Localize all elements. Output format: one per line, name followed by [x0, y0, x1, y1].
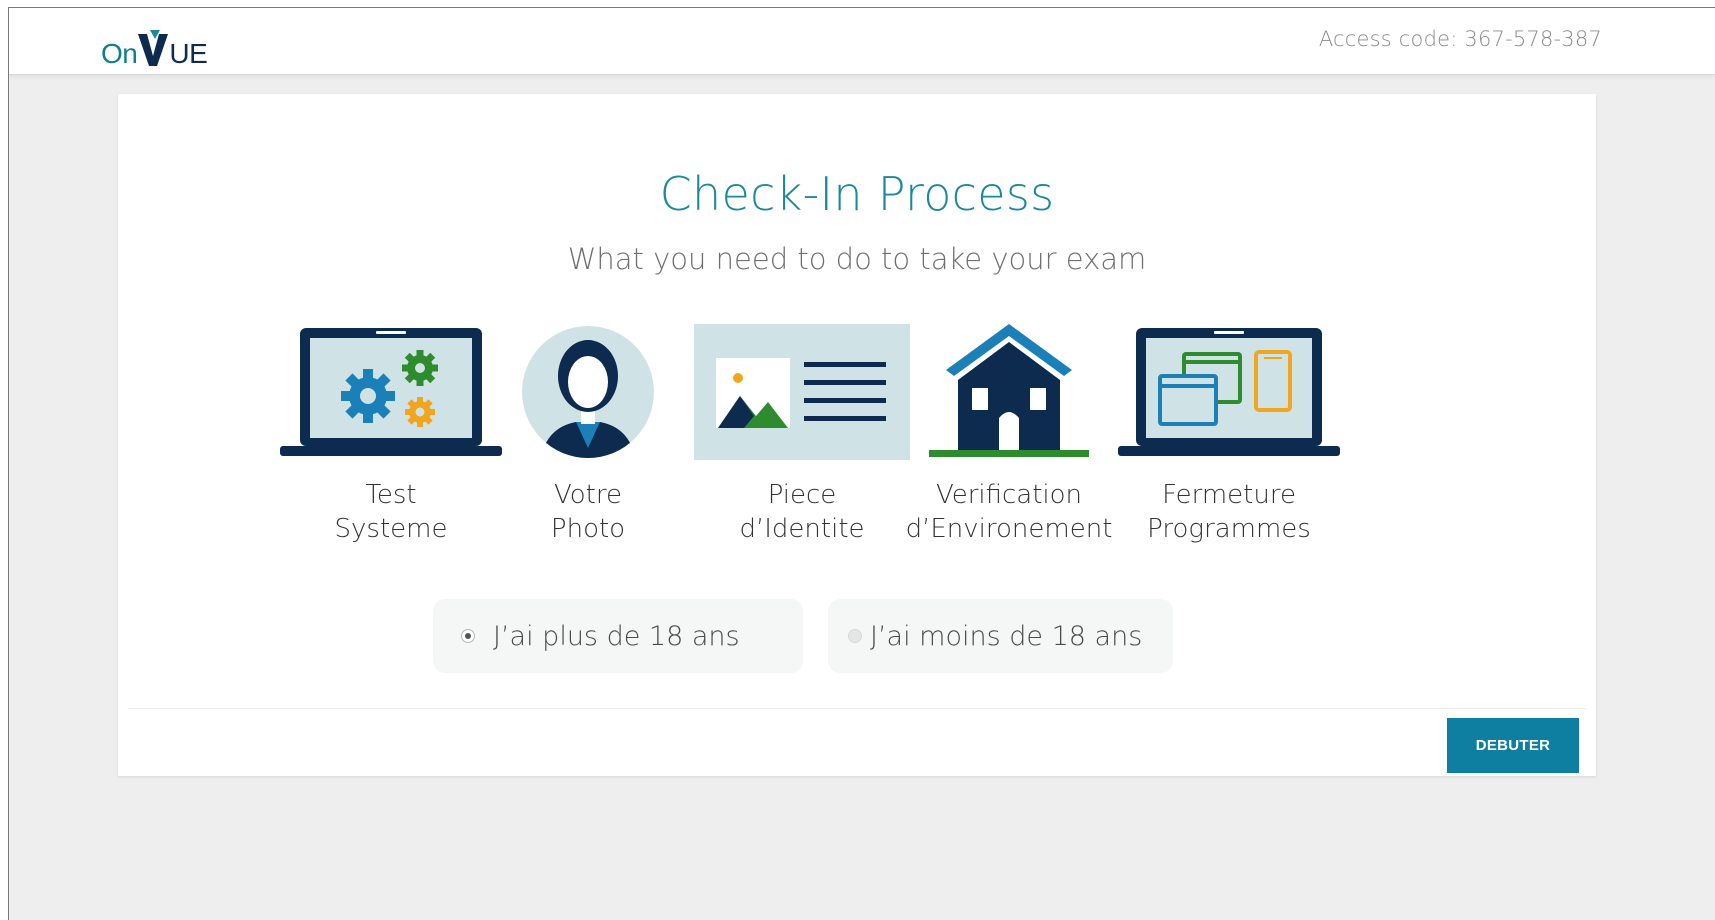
header: On UE Access code: 367-578-387	[9, 8, 1715, 75]
radio-under-18[interactable]: J’ai moins de 18 ans	[828, 599, 1173, 673]
footer-divider	[128, 708, 1586, 709]
step-test-systeme: Test Systeme	[280, 324, 502, 546]
radio-button-under-18[interactable]	[848, 629, 862, 643]
step-label: Fermeture Programmes	[1147, 480, 1311, 544]
step-votre-photo: Votre Photo	[518, 324, 658, 546]
page-title: Check-In Process	[659, 167, 1055, 221]
radio-button-over-18[interactable]	[461, 629, 475, 643]
app-window: On UE Access code: 367-578-387 Check-In …	[8, 7, 1715, 920]
laptop-gears-icon	[280, 328, 502, 456]
step-label: Piece d’Identite	[739, 480, 865, 544]
radio-label-over-18: J’ai plus de 18 ans	[493, 620, 740, 652]
id-card-icon	[694, 324, 910, 460]
house-icon	[929, 324, 1089, 457]
logo-on-text: On	[101, 38, 138, 69]
step-piece-identite: Piece d’Identite	[694, 324, 910, 546]
step-label: Votre Photo	[550, 480, 626, 544]
onvue-logo: On UE	[101, 22, 208, 69]
person-photo-icon	[522, 326, 654, 458]
laptop-windows-icon	[1118, 328, 1340, 456]
step-verification-environement: Verification d’Environement	[896, 324, 1122, 546]
logo-ue-text: UE	[169, 38, 208, 69]
page-subtitle: What you need to do to take your exam	[567, 242, 1147, 276]
step-fermeture-programmes: Fermeture Programmes	[1118, 324, 1340, 546]
step-label: Verification d’Environement	[905, 480, 1113, 544]
checkin-card: Check-In Process What you need to do to …	[118, 94, 1596, 776]
radio-over-18[interactable]: J’ai plus de 18 ans	[433, 599, 803, 673]
start-button[interactable]: DEBUTER	[1447, 718, 1579, 773]
step-label: Test Systeme	[334, 480, 448, 544]
logo-v-mark	[138, 30, 169, 68]
access-code: Access code: 367-578-387	[1318, 27, 1602, 51]
radio-label-under-18: J’ai moins de 18 ans	[870, 620, 1143, 652]
